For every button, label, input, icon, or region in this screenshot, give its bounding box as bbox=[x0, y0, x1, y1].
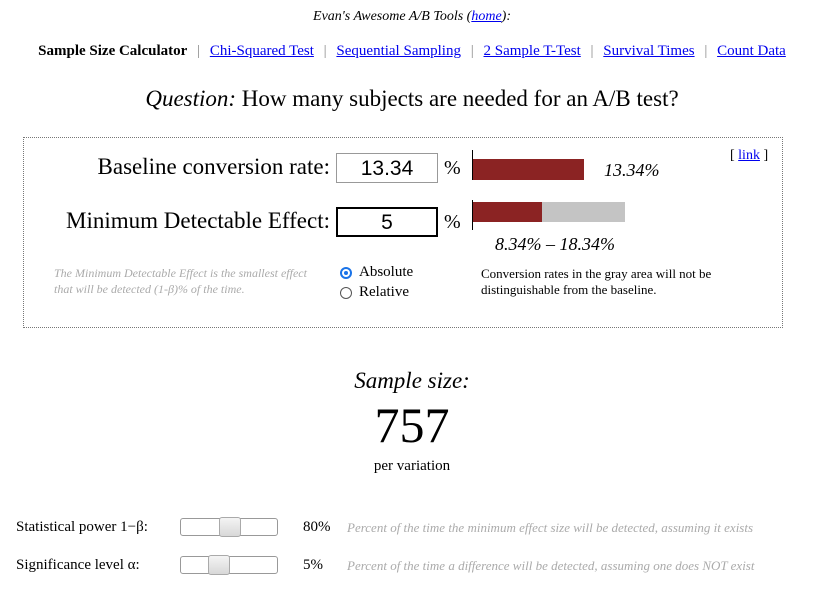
range-gray-bar bbox=[542, 202, 625, 222]
significance-description: Percent of the time a difference will be… bbox=[347, 558, 755, 573]
nav-separator: | bbox=[590, 43, 594, 59]
significance-slider[interactable] bbox=[180, 555, 278, 575]
radio-absolute-label: Absolute bbox=[359, 264, 414, 280]
baseline-bar bbox=[473, 159, 584, 180]
radio-absolute[interactable]: Absolute bbox=[340, 264, 413, 281]
nav-link-survival[interactable]: Survival Times bbox=[603, 43, 694, 59]
power-label: Statistical power 1−β: bbox=[16, 519, 148, 535]
radio-relative-label: Relative bbox=[359, 284, 409, 300]
permalink: [ link ] bbox=[730, 148, 768, 164]
nav-separator: | bbox=[704, 43, 708, 59]
baseline-percent-sign: % bbox=[444, 157, 461, 179]
header-prefix: Evan's Awesome A/B Tools ( bbox=[313, 9, 472, 24]
significance-slider-knob[interactable] bbox=[208, 555, 230, 575]
link-bracket-close: ] bbox=[759, 148, 769, 163]
power-description: Percent of the time the minimum effect s… bbox=[347, 520, 754, 535]
nav-link-count-data[interactable]: Count Data bbox=[717, 43, 786, 59]
site-header: Evan's Awesome A/B Tools (home): bbox=[0, 9, 824, 25]
range-lower-bar bbox=[473, 202, 542, 222]
nav-link-sequential[interactable]: Sequential Sampling bbox=[336, 43, 461, 59]
nav-separator: | bbox=[323, 43, 327, 59]
nav-link-t-test[interactable]: 2 Sample T-Test bbox=[484, 43, 581, 59]
nav-link-chi-squared[interactable]: Chi-Squared Test bbox=[210, 43, 314, 59]
power-slider[interactable] bbox=[180, 517, 278, 537]
gray-area-note: Conversion rates in the gray area will n… bbox=[481, 266, 712, 297]
mde-hint: The Minimum Detectable Effect is the sma… bbox=[54, 266, 307, 296]
tools-nav: Sample Size Calculator | Chi-Squared Tes… bbox=[0, 43, 824, 60]
link-bracket-open: [ bbox=[730, 148, 739, 163]
radio-relative-button[interactable] bbox=[340, 286, 352, 299]
mde-percent-sign: % bbox=[444, 211, 461, 233]
sample-size-title: Sample size: bbox=[354, 368, 470, 393]
question-text: How many subjects are needed for an A/B … bbox=[236, 86, 679, 111]
nav-current-sample-size: Sample Size Calculator bbox=[38, 43, 188, 59]
nav-separator: | bbox=[470, 43, 474, 59]
significance-value: 5% bbox=[303, 557, 323, 573]
mde-input[interactable]: 5 bbox=[336, 207, 438, 237]
permalink-link[interactable]: link bbox=[738, 148, 760, 163]
nav-separator: | bbox=[197, 43, 201, 59]
baseline-input[interactable]: 13.34 bbox=[336, 153, 438, 183]
radio-absolute-button[interactable] bbox=[340, 266, 352, 279]
baseline-bar-label: 13.34% bbox=[604, 160, 660, 180]
header-suffix: ): bbox=[501, 9, 511, 24]
baseline-label: Baseline conversion rate: bbox=[97, 154, 330, 179]
power-value: 80% bbox=[303, 519, 331, 535]
question-label: Question: bbox=[145, 86, 237, 111]
radio-relative[interactable]: Relative bbox=[340, 284, 409, 301]
sample-size-value: 757 bbox=[374, 397, 450, 453]
mde-label: Minimum Detectable Effect: bbox=[66, 208, 330, 233]
significance-label: Significance level α: bbox=[16, 557, 140, 573]
range-label: 8.34% – 18.34% bbox=[495, 234, 615, 254]
page-question: Question: How many subjects are needed f… bbox=[0, 86, 824, 112]
sample-size-unit: per variation bbox=[373, 458, 451, 474]
home-link[interactable]: home bbox=[471, 9, 501, 24]
power-slider-knob[interactable] bbox=[219, 517, 241, 537]
